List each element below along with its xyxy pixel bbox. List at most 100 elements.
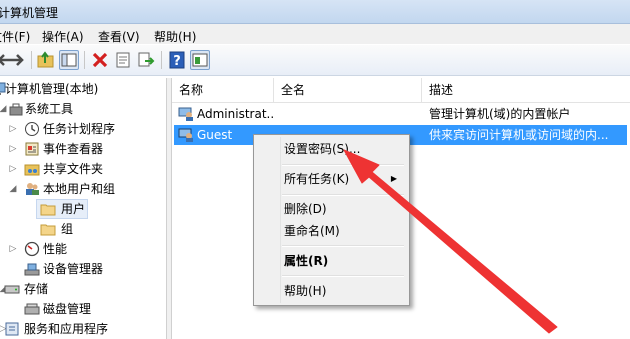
- tree-event-viewer-label: 事件查看器: [43, 142, 104, 156]
- menu-separator: [282, 245, 404, 247]
- collapsed-arrow-icon[interactable]: ▷: [9, 159, 17, 179]
- delete-button[interactable]: [90, 50, 110, 70]
- toolbar-separator: [161, 51, 162, 69]
- forward-button[interactable]: [8, 50, 28, 70]
- action-pane-button[interactable]: [190, 50, 210, 70]
- users-group-icon: [26, 183, 39, 195]
- tree-system-tools[interactable]: ◢ 系统工具: [0, 99, 165, 119]
- folder-icon: [40, 224, 56, 236]
- menu-item-rename[interactable]: 重命名(M): [256, 220, 407, 242]
- export-button[interactable]: [136, 50, 156, 70]
- expanded-arrow-icon[interactable]: ◢: [0, 99, 7, 119]
- action-pane-icon: [192, 53, 208, 67]
- menu-item-properties-label: 属性(R): [284, 254, 329, 268]
- menu-item-delete-label: 删除(D): [284, 202, 327, 216]
- menu-separator: [282, 164, 404, 166]
- column-header-description-label: 描述: [429, 83, 454, 97]
- menu-item-all-tasks-label: 所有任务(K): [284, 172, 350, 186]
- tree-groups-label: 组: [61, 222, 74, 236]
- menu-item-all-tasks[interactable]: 所有任务(K) ▶: [256, 168, 407, 190]
- collapsed-arrow-icon[interactable]: ▷: [9, 239, 17, 259]
- cell-name: Administrat...: [197, 107, 275, 121]
- tools-icon: [9, 103, 23, 116]
- folder-icon: [40, 204, 56, 216]
- menu-action[interactable]: 操作(A): [42, 28, 84, 45]
- event-icon: [25, 142, 39, 156]
- toolbar-separator: [84, 51, 85, 69]
- list-row-administrator[interactable]: Administrat... 管理计算机(域)的内置帐户: [172, 104, 630, 124]
- header-divider: [172, 102, 630, 103]
- tree-local-users-groups[interactable]: ◢ 本地用户和组: [0, 179, 165, 199]
- performance-icon: [24, 241, 40, 257]
- toolbar-separator: [31, 51, 32, 69]
- menu-separator: [282, 275, 404, 277]
- user-icon: [178, 128, 193, 142]
- menu-item-help[interactable]: 帮助(H): [256, 280, 407, 302]
- column-header-fullname-label: 全名: [281, 83, 306, 97]
- menu-file[interactable]: 文件(F): [0, 28, 30, 45]
- toolbar: ?: [0, 45, 630, 76]
- tree-groups[interactable]: 组: [36, 219, 96, 239]
- expanded-arrow-icon[interactable]: ◢: [9, 179, 17, 199]
- disk-icon: [24, 303, 40, 315]
- properties-button[interactable]: [113, 50, 133, 70]
- tree-system-tools-label: 系统工具: [25, 102, 74, 116]
- forward-arrow-icon: [10, 54, 24, 66]
- cell-name: Guest: [197, 128, 233, 142]
- menu-item-set-password[interactable]: 设置密码(S)...: [256, 138, 407, 160]
- cell-description: 供来宾访问计算机或访问域的内...: [429, 128, 609, 142]
- clock-icon: [25, 122, 39, 136]
- submenu-arrow-icon: ▶: [390, 174, 397, 183]
- delete-icon: [92, 52, 108, 68]
- collapsed-arrow-icon[interactable]: ▷: [9, 119, 17, 139]
- column-header-name[interactable]: 名称: [172, 78, 274, 102]
- tree-users[interactable]: 用户: [36, 199, 88, 219]
- tree-device-manager-label: 设备管理器: [43, 262, 104, 276]
- menu-item-rename-label: 重命名(M): [284, 224, 340, 238]
- tree-task-scheduler[interactable]: ▷ 任务计划程序: [0, 119, 165, 139]
- tree-task-scheduler-label: 任务计划程序: [43, 122, 116, 136]
- user-icon: [178, 107, 193, 121]
- menu-item-help-label: 帮助(H): [284, 284, 327, 298]
- tree-event-viewer[interactable]: ▷ 事件查看器: [0, 139, 165, 159]
- export-icon: [138, 52, 155, 67]
- services-icon: [5, 322, 19, 336]
- tree-pane: 计算机管理(本地) ◢ 系统工具 ▷ 任务计划程序 ▷ 事件查看器 ▷ 共享文件…: [0, 78, 165, 339]
- tree-local-users-groups-label: 本地用户和组: [43, 182, 116, 196]
- storage-icon: [4, 285, 20, 294]
- help-button[interactable]: ?: [167, 50, 187, 70]
- window-title: 计算机管理: [0, 6, 59, 20]
- tree-shared-folders[interactable]: ▷ 共享文件夹: [0, 159, 165, 179]
- column-header-name-label: 名称: [179, 83, 204, 97]
- cell-description: 管理计算机(域)的内置帐户: [429, 107, 571, 121]
- tree-services-apps-label: 服务和应用程序: [24, 322, 109, 336]
- properties-icon: [116, 52, 130, 68]
- tree-shared-folders-label: 共享文件夹: [43, 162, 104, 176]
- tree-device-manager[interactable]: 设备管理器: [0, 259, 165, 279]
- menu-bar: 文件(F) 操作(A) 查看(V) 帮助(H): [0, 24, 630, 44]
- menu-item-properties[interactable]: 属性(R): [256, 250, 407, 272]
- tree-root[interactable]: 计算机管理(本地): [0, 79, 165, 99]
- up-folder-icon: [37, 51, 54, 68]
- tree-storage[interactable]: ◢ 存储: [0, 279, 165, 299]
- svg-text:?: ?: [173, 54, 181, 69]
- tree-performance[interactable]: ▷ 性能: [0, 239, 165, 259]
- tree-users-label: 用户: [61, 202, 86, 216]
- menu-help[interactable]: 帮助(H): [154, 28, 196, 45]
- tree-services-apps[interactable]: ▷ 服务和应用程序: [0, 319, 165, 339]
- tree-root-label: 计算机管理(本地): [5, 82, 99, 96]
- up-level-button[interactable]: [36, 50, 56, 70]
- collapsed-arrow-icon[interactable]: ▷: [9, 139, 17, 159]
- menu-item-set-password-label: 设置密码(S)...: [284, 142, 361, 156]
- tree-performance-label: 性能: [43, 242, 68, 256]
- device-manager-icon: [24, 263, 40, 276]
- show-hide-tree-button[interactable]: [59, 50, 79, 70]
- menu-item-delete[interactable]: 删除(D): [256, 198, 407, 220]
- column-header-description[interactable]: 描述: [422, 78, 630, 102]
- context-menu: 设置密码(S)... 所有任务(K) ▶ 删除(D) 重命名(M) 属性(R) …: [253, 134, 410, 306]
- tree-disk-management[interactable]: 磁盘管理: [0, 299, 165, 319]
- title-bar: 计算机管理: [0, 0, 630, 24]
- column-header-fullname[interactable]: 全名: [274, 78, 422, 102]
- tree-disk-management-label: 磁盘管理: [43, 302, 92, 316]
- menu-view[interactable]: 查看(V): [98, 28, 140, 45]
